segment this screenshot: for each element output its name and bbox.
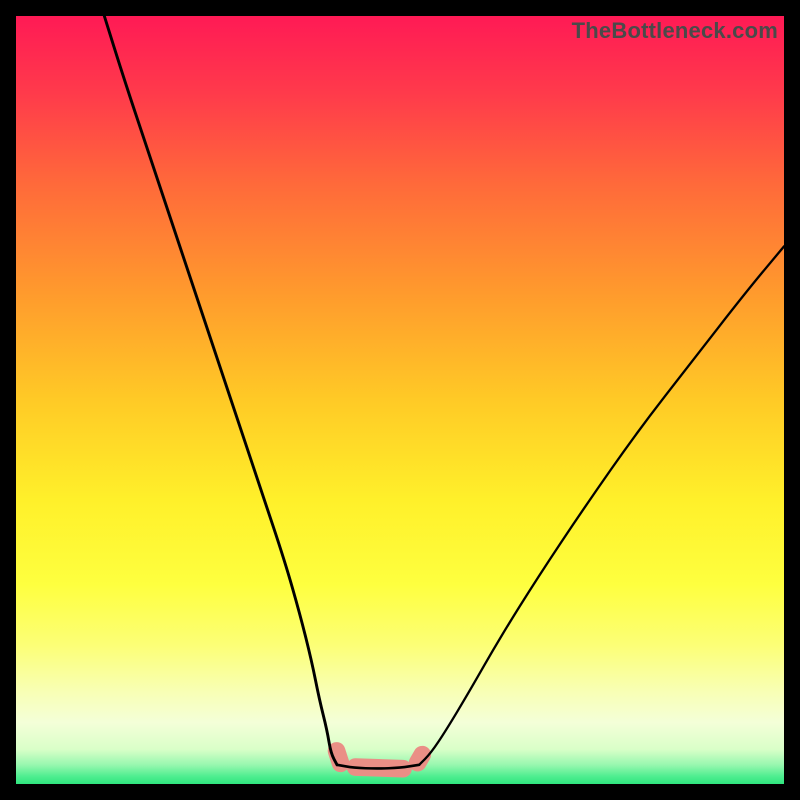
salmon-valley-markers: [325, 740, 434, 778]
curve-right-branch: [419, 246, 784, 764]
chart-frame: TheBottleneck.com: [0, 0, 800, 800]
curve-left-branch: [104, 16, 337, 765]
watermark-text: TheBottleneck.com: [572, 18, 778, 44]
plot-area: TheBottleneck.com: [16, 16, 784, 784]
curve-layer: [16, 16, 784, 784]
